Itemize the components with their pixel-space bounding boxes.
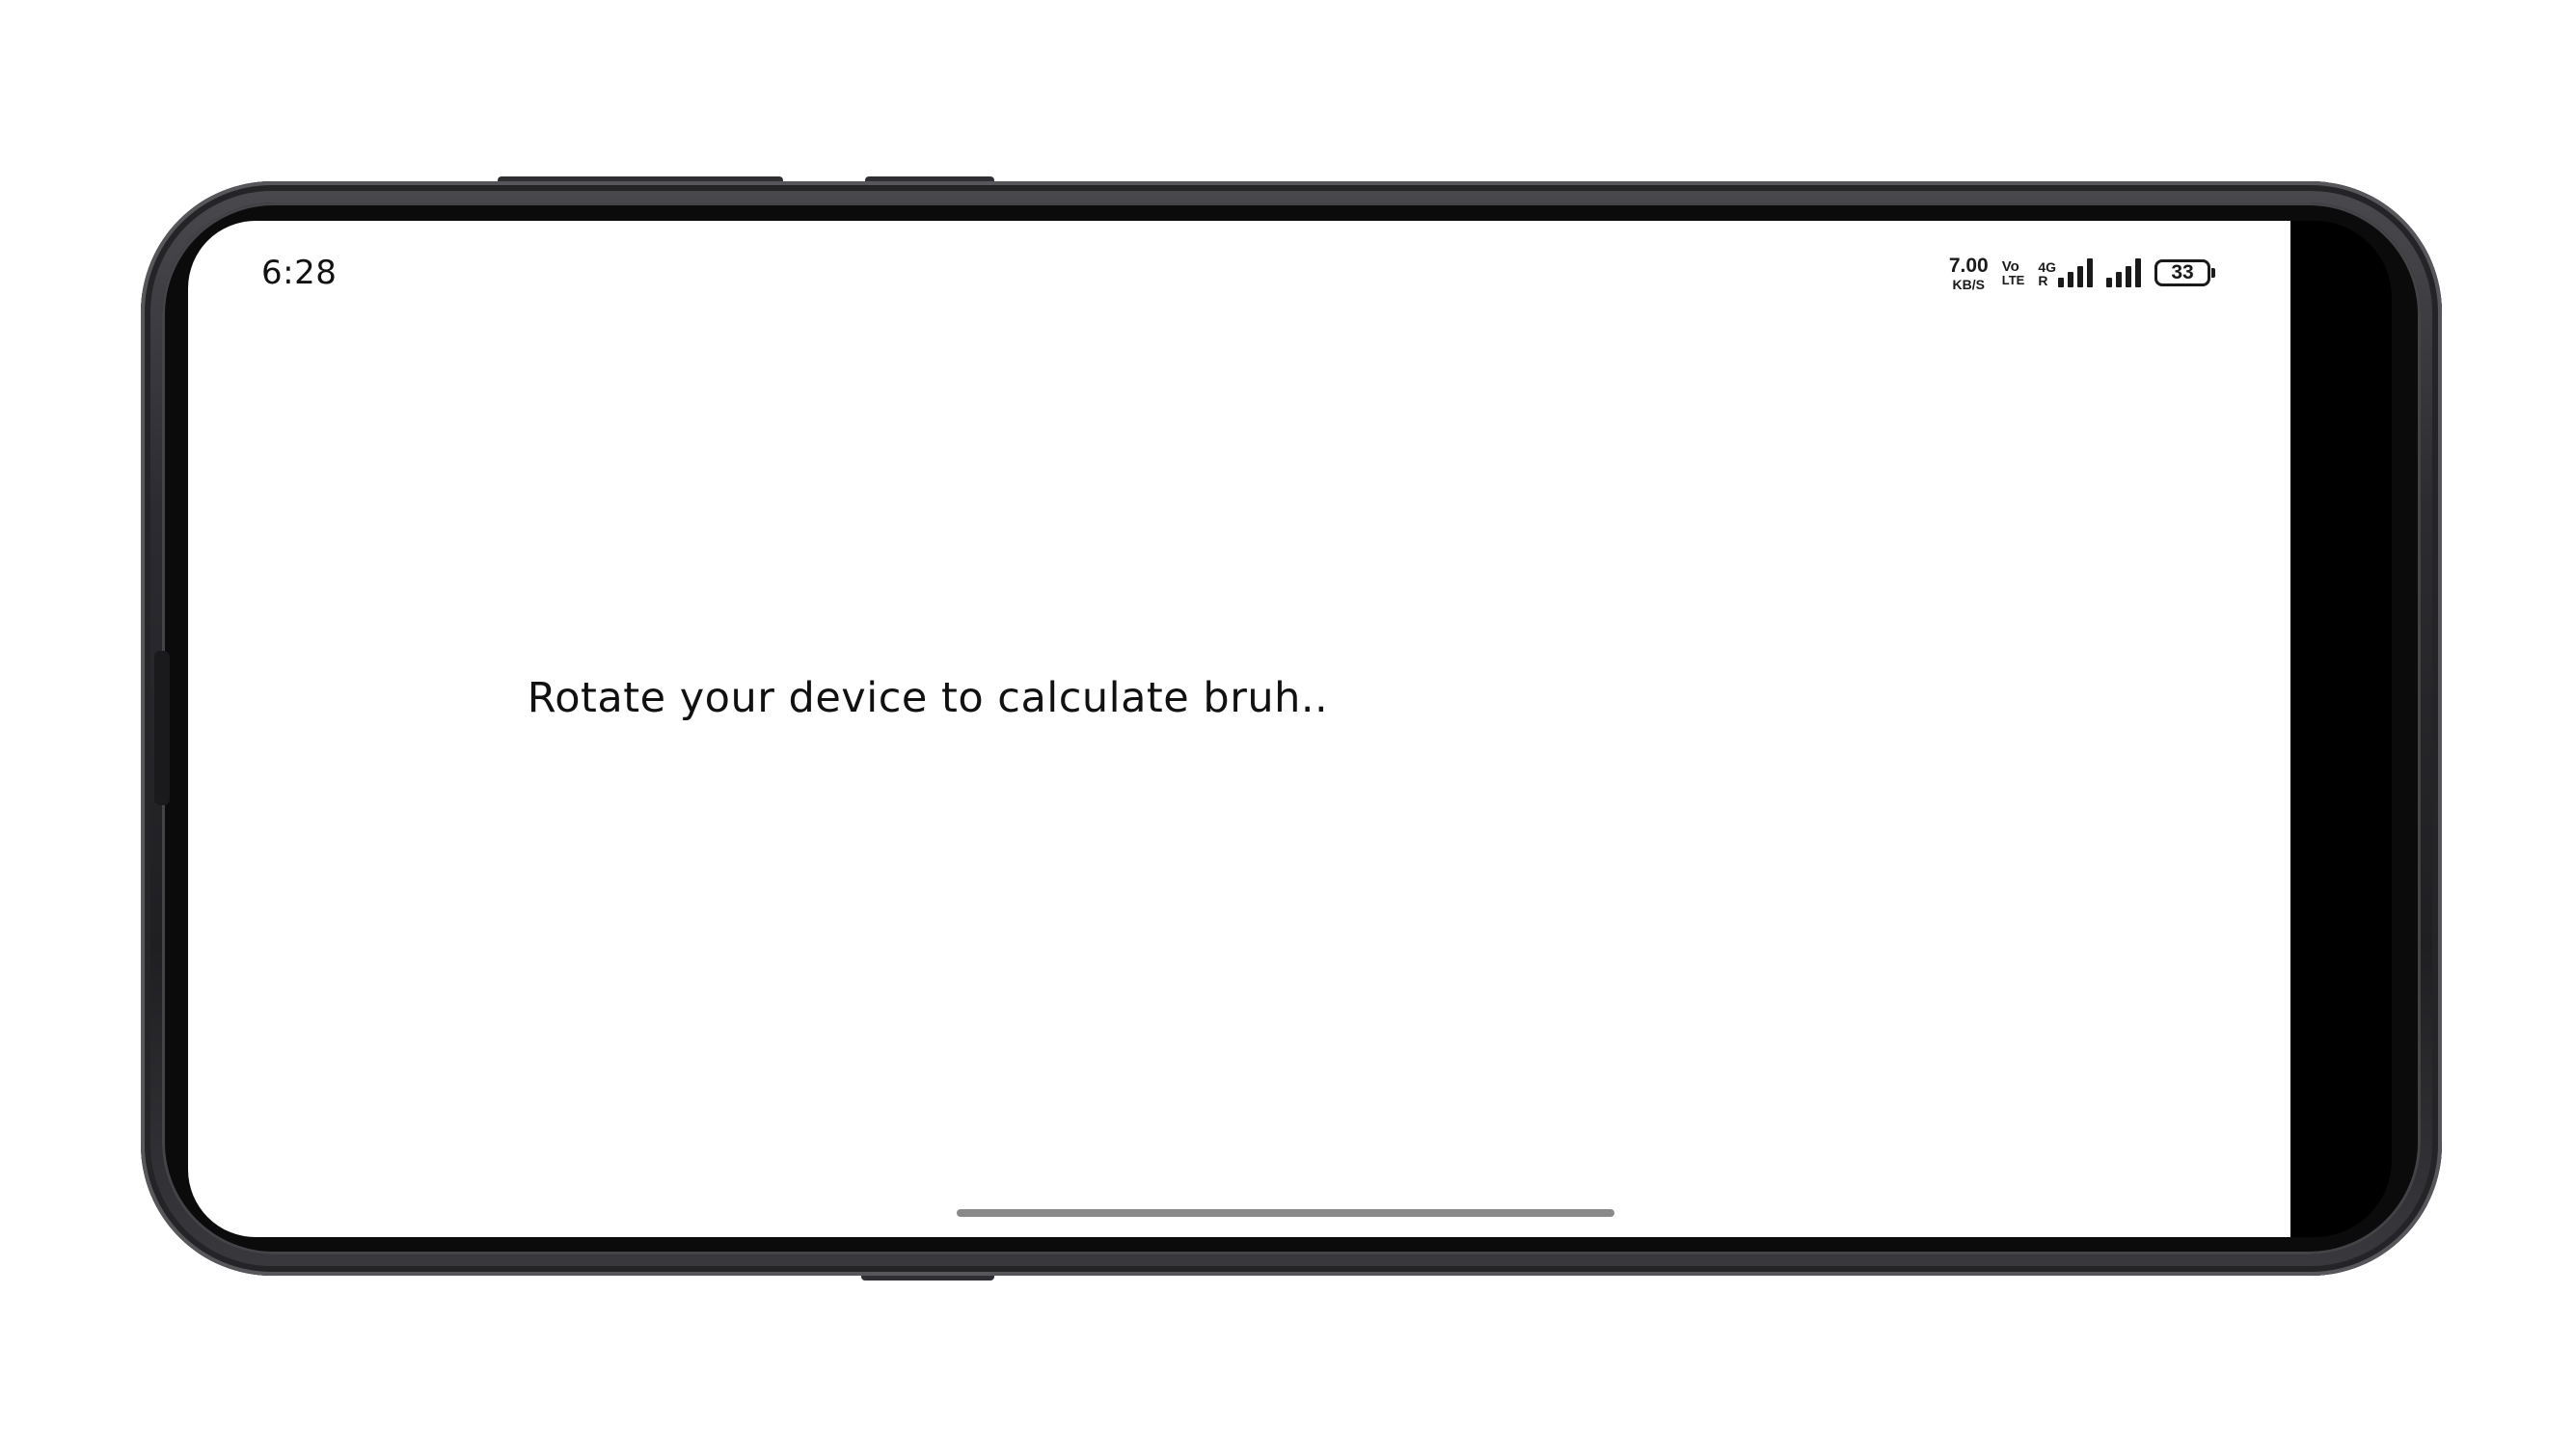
volte-top: Vo bbox=[2001, 258, 2019, 275]
volte-icon: Vo LTE bbox=[2002, 259, 2025, 286]
signal-4g-icon: 4G R bbox=[2038, 258, 2093, 287]
battery-tip bbox=[2211, 268, 2215, 278]
signal-bar bbox=[2126, 266, 2131, 287]
signal-bar bbox=[2087, 258, 2093, 287]
signal-bar bbox=[2116, 272, 2122, 287]
home-indicator[interactable] bbox=[957, 1209, 1614, 1217]
battery-level: 33 bbox=[2154, 259, 2210, 286]
network-speed-unit: KB/S bbox=[1952, 276, 1985, 292]
signal-bar bbox=[2135, 258, 2141, 287]
status-icons: 7.00 KB/S Vo LTE 4G R 33 bbox=[1949, 252, 2215, 294]
signal-bar bbox=[2068, 272, 2073, 287]
phone-side-key bbox=[154, 651, 170, 805]
volte-bottom: LTE bbox=[2001, 273, 2025, 287]
signal-bars-sim1 bbox=[2058, 258, 2093, 287]
signal-bars-icon bbox=[2106, 258, 2141, 287]
network-speed: 7.00 KB/S bbox=[1949, 256, 1989, 291]
screen-cutout bbox=[2290, 221, 2392, 1237]
status-time: 6:28 bbox=[261, 254, 338, 292]
signal-bar bbox=[2106, 278, 2112, 287]
phone-screen: 6:28 7.00 KB/S Vo LTE 4G R 33 Rotate you… bbox=[188, 221, 2290, 1237]
signal-bar bbox=[2058, 278, 2064, 287]
battery-icon: 33 bbox=[2154, 259, 2215, 286]
signal-bar bbox=[2077, 266, 2083, 287]
network-type-label: 4G R bbox=[2038, 260, 2056, 287]
network-speed-value: 7.00 bbox=[1948, 254, 1989, 277]
rotate-message: Rotate your device to calculate bruh.. bbox=[527, 674, 1329, 722]
roaming-indicator: R bbox=[2038, 273, 2048, 288]
network-type: 4G bbox=[2038, 259, 2056, 275]
